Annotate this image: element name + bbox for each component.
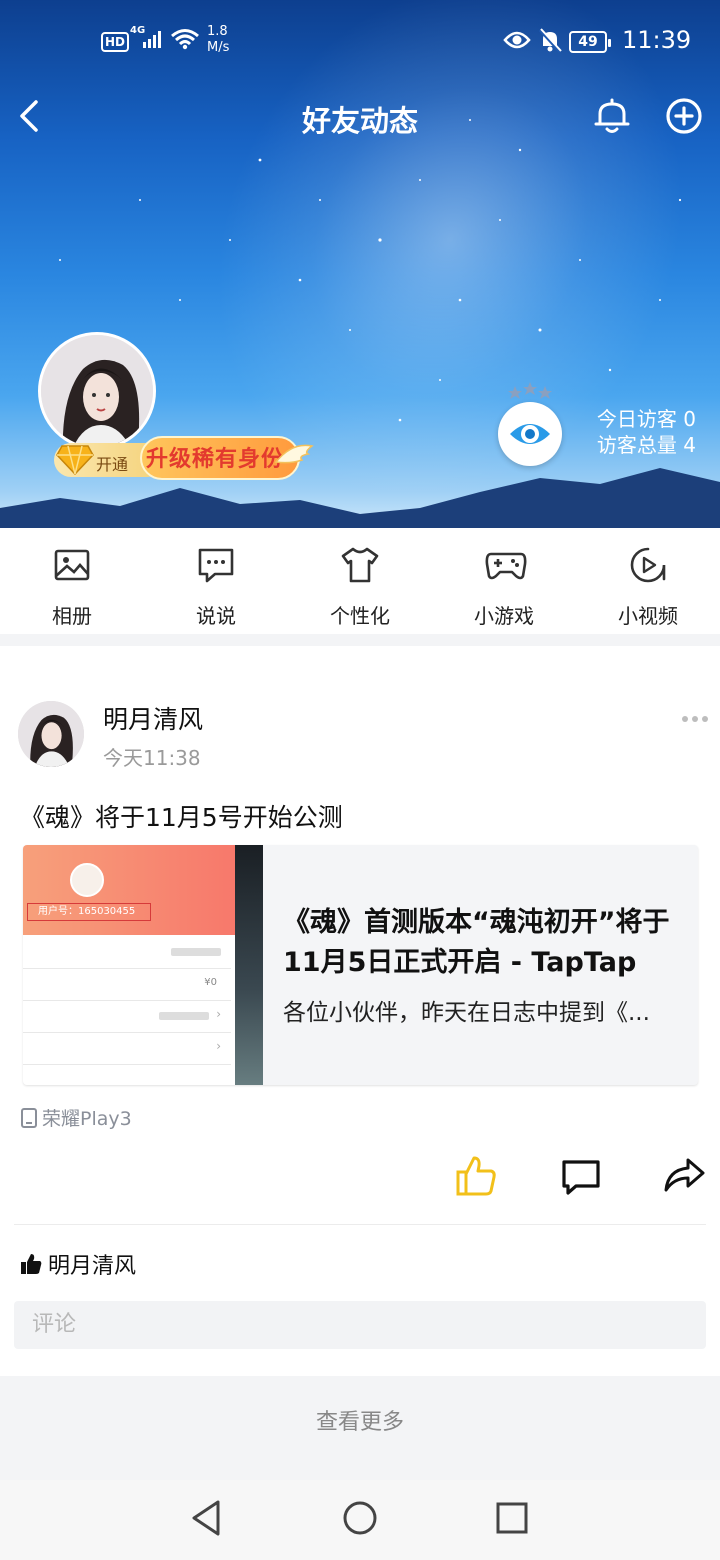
tshirt-icon: [341, 547, 379, 583]
post-timestamp: 今天11:38: [103, 746, 201, 770]
vip-upgrade-label: 升级稀有身份: [146, 447, 285, 472]
talk-icon: [198, 548, 234, 583]
visitors-total: 访客总量 4: [596, 433, 696, 457]
menu-item-album[interactable]: 相册: [0, 528, 144, 634]
view-more-button[interactable]: 查看更多: [0, 1404, 720, 1436]
speed-unit: M/s: [207, 40, 230, 55]
menu-label-games: 小游戏: [474, 604, 534, 628]
feature-menu: 相册 说说 个性化 小游戏 小视频: [0, 528, 720, 634]
menu-item-talk[interactable]: 说说: [144, 528, 288, 634]
thumb-row: ›: [23, 1033, 231, 1065]
speed-value: 1.8: [207, 24, 228, 39]
thumb-row: ›: [23, 1001, 231, 1033]
visitor-eye-button[interactable]: [498, 402, 562, 466]
menu-label-video: 小视频: [618, 604, 678, 628]
thumb-row: ¥0: [23, 969, 231, 1001]
thumb-dark-strip: [235, 845, 263, 1085]
nav-recents-icon[interactable]: [494, 1498, 530, 1538]
vip-open-label: 开通: [96, 455, 129, 474]
wing-icon: [274, 444, 314, 464]
hd-indicator: HD: [101, 32, 130, 52]
liked-thumb-icon: [21, 1254, 42, 1274]
link-card-description: 各位小伙伴，昨天在日志中提到《...: [283, 1000, 650, 1026]
mute-notification-icon: [538, 28, 562, 54]
status-bar: HD 4G 1.8 M/s 49 11:39: [0, 22, 720, 62]
vip-badge[interactable]: 开通 升级稀有身份: [54, 436, 314, 486]
divider: [14, 1224, 706, 1225]
menu-item-video[interactable]: 小视频: [576, 528, 720, 634]
menu-item-games[interactable]: 小游戏: [432, 528, 576, 634]
more-options-icon[interactable]: [680, 714, 710, 724]
eye-comfort-icon: [503, 31, 531, 49]
like-thumb-icon[interactable]: [454, 1154, 498, 1198]
add-circle-icon[interactable]: [662, 94, 706, 138]
nav-home-icon[interactable]: [340, 1498, 380, 1538]
comment-input[interactable]: 评论: [14, 1301, 706, 1349]
link-card[interactable]: 用户号：165030455 ¥0 › › 《魂》首测版本“魂沌初开”将于11月5…: [23, 845, 698, 1085]
menu-label-personalize: 个性化: [330, 604, 390, 628]
network-speed: 1.8 M/s: [207, 24, 229, 56]
link-card-title: 《魂》首测版本“魂沌初开”将于11月5日正式开启 - TapTap: [283, 907, 670, 978]
clock: 11:39: [622, 26, 692, 54]
author-avatar-illustration: [18, 701, 84, 767]
visitor-eye-icon: [510, 424, 550, 444]
post-author-avatar[interactable]: [18, 701, 84, 767]
battery-indicator: 49: [569, 31, 611, 53]
post-content: 《魂》将于11月5号开始公测: [20, 803, 343, 832]
device-name: 荣耀Play3: [42, 1108, 132, 1130]
link-card-thumbnail: 用户号：165030455 ¥0 › ›: [23, 845, 263, 1085]
section-separator: [0, 634, 720, 646]
signal-icon: [143, 31, 161, 48]
visitor-stats[interactable]: 今日访客 0 访客总量 4: [597, 406, 696, 458]
video-icon: [630, 547, 666, 583]
thumb-avatar: [70, 863, 104, 897]
post-author-name[interactable]: 明月清风: [103, 700, 203, 736]
top-bar: 好友动态: [0, 88, 720, 144]
diamond-icon: [56, 445, 94, 476]
gamepad-icon: [485, 552, 527, 580]
share-arrow-icon[interactable]: [662, 1156, 706, 1194]
menu-label-talk: 说说: [196, 604, 236, 628]
nav-back-icon[interactable]: [188, 1498, 224, 1538]
visitors-today: 今日访客 0: [596, 407, 696, 431]
post-device: 荣耀Play3: [20, 1104, 132, 1131]
thumb-row-value: ¥0: [204, 977, 217, 988]
comment-icon[interactable]: [560, 1158, 602, 1196]
visitor-stars-icon: [508, 382, 552, 399]
thumb-row: [23, 937, 231, 969]
thumb-user-id: 用户号：165030455: [27, 903, 151, 921]
liked-by-name: 明月清风: [48, 1254, 137, 1279]
phone-icon: [21, 1108, 37, 1128]
menu-item-personalize[interactable]: 个性化: [288, 528, 432, 634]
menu-label-album: 相册: [52, 604, 92, 628]
album-icon: [54, 549, 90, 581]
profile-avatar[interactable]: [38, 332, 156, 450]
liked-by[interactable]: 明月清风: [20, 1248, 136, 1280]
system-nav-bar: [0, 1480, 720, 1560]
wifi-icon: [171, 29, 199, 50]
notification-bell-icon[interactable]: [590, 94, 634, 138]
thumb-header: [23, 845, 237, 935]
